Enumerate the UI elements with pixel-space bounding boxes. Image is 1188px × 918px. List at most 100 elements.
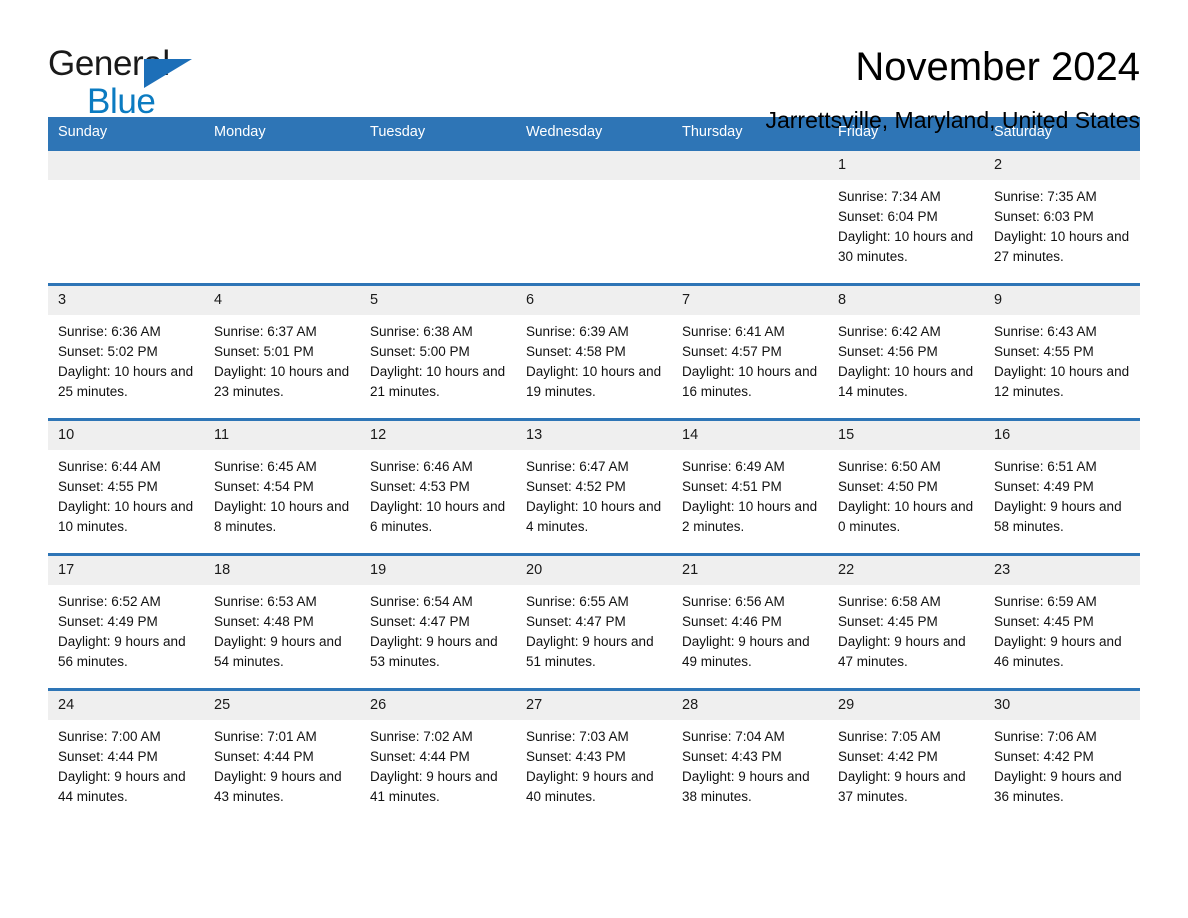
day-details: Sunrise: 6:38 AM Sunset: 5:00 PM Daylight:… [360, 315, 516, 402]
day-number: 24 [48, 691, 204, 720]
calendar-day-cell[interactable]: 8 Sunrise: 6:42 AM Sunset: 4:56 PM Daylight… [828, 283, 984, 420]
title-block: November 2024 Jarrettsville, Maryland, U… [198, 44, 1140, 134]
calendar-day-cell[interactable]: 28 Sunrise: 7:04 AM Sunset: 4:43 PM Dayligh… [672, 688, 828, 823]
day-details: Sunrise: 6:37 AM Sunset: 5:01 PM Daylight:… [204, 315, 360, 402]
calendar-day-cell[interactable]: 29 Sunrise: 7:05 AM Sunset: 4:42 PM Dayligh… [828, 688, 984, 823]
logo-text-blue: Blue [87, 82, 156, 121]
daylight-text: Daylight: 10 hours and 12 minutes. [994, 364, 1130, 399]
day-details: Sunrise: 6:47 AM Sunset: 4:52 PM Daylight:… [516, 450, 672, 537]
daylight-text: Daylight: 9 hours and 41 minutes. [370, 769, 498, 804]
day-number: 29 [828, 691, 984, 720]
sunrise-text: Sunrise: 7:02 AM [370, 729, 473, 744]
sunrise-text: Sunrise: 6:41 AM [682, 324, 785, 339]
calendar-day-cell[interactable]: 23 Sunrise: 6:59 AM Sunset: 4:45 PM Dayligh… [984, 553, 1140, 690]
calendar-day-cell[interactable]: 24 Sunrise: 7:00 AM Sunset: 4:44 PM Dayligh… [48, 688, 204, 823]
calendar-day-cell[interactable]: 17 Sunrise: 6:52 AM Sunset: 4:49 PM Dayligh… [48, 553, 204, 690]
day-details: Sunrise: 6:55 AM Sunset: 4:47 PM Daylight:… [516, 585, 672, 672]
day-number: 28 [672, 691, 828, 720]
calendar-day-cell[interactable]: 7 Sunrise: 6:41 AM Sunset: 4:57 PM Daylight… [672, 283, 828, 420]
calendar-day-cell[interactable]: 22 Sunrise: 6:58 AM Sunset: 4:45 PM Dayligh… [828, 553, 984, 690]
sunrise-text: Sunrise: 6:37 AM [214, 324, 317, 339]
sunset-text: Sunset: 4:46 PM [682, 614, 782, 629]
day-details: Sunrise: 6:54 AM Sunset: 4:47 PM Daylight:… [360, 585, 516, 672]
day-number [360, 151, 516, 180]
sunset-text: Sunset: 4:54 PM [214, 479, 314, 494]
calendar-day-cell[interactable]: 21 Sunrise: 6:56 AM Sunset: 4:46 PM Dayligh… [672, 553, 828, 690]
day-details: Sunrise: 6:39 AM Sunset: 4:58 PM Daylight:… [516, 315, 672, 402]
day-number: 8 [828, 286, 984, 315]
calendar-day-cell[interactable]: 6 Sunrise: 6:39 AM Sunset: 4:58 PM Daylight… [516, 283, 672, 420]
daylight-text: Daylight: 9 hours and 38 minutes. [682, 769, 810, 804]
calendar-day-cell[interactable]: 13 Sunrise: 6:47 AM Sunset: 4:52 PM Dayligh… [516, 418, 672, 555]
sunset-text: Sunset: 4:51 PM [682, 479, 782, 494]
day-details: Sunrise: 6:49 AM Sunset: 4:51 PM Daylight:… [672, 450, 828, 537]
daylight-text: Daylight: 9 hours and 43 minutes. [214, 769, 342, 804]
sunset-text: Sunset: 5:02 PM [58, 344, 158, 359]
sunrise-text: Sunrise: 6:52 AM [58, 594, 161, 609]
calendar-day-cell[interactable]: 14 Sunrise: 6:49 AM Sunset: 4:51 PM Dayligh… [672, 418, 828, 555]
calendar-day-cell[interactable]: 18 Sunrise: 6:53 AM Sunset: 4:48 PM Dayligh… [204, 553, 360, 690]
sunrise-text: Sunrise: 6:59 AM [994, 594, 1097, 609]
calendar-week-row: 1 Sunrise: 7:34 AM Sunset: 6:04 PM Daylight… [48, 148, 1140, 285]
day-details: Sunrise: 6:41 AM Sunset: 4:57 PM Daylight:… [672, 315, 828, 402]
calendar-day-cell[interactable]: 30 Sunrise: 7:06 AM Sunset: 4:42 PM Dayligh… [984, 688, 1140, 823]
sunset-text: Sunset: 4:44 PM [214, 749, 314, 764]
day-details: Sunrise: 6:50 AM Sunset: 4:50 PM Daylight:… [828, 450, 984, 537]
calendar-day-cell[interactable]: 20 Sunrise: 6:55 AM Sunset: 4:47 PM Dayligh… [516, 553, 672, 690]
calendar-day-cell[interactable]: 19 Sunrise: 6:54 AM Sunset: 4:47 PM Dayligh… [360, 553, 516, 690]
daylight-text: Daylight: 10 hours and 0 minutes. [838, 499, 974, 534]
daylight-text: Daylight: 9 hours and 46 minutes. [994, 634, 1122, 669]
day-number: 21 [672, 556, 828, 585]
calendar-week-row: 10 Sunrise: 6:44 AM Sunset: 4:55 PM Dayligh… [48, 418, 1140, 555]
calendar-day-cell[interactable]: 26 Sunrise: 7:02 AM Sunset: 4:44 PM Dayligh… [360, 688, 516, 823]
day-number: 11 [204, 421, 360, 450]
calendar-day-cell[interactable]: 11 Sunrise: 6:45 AM Sunset: 4:54 PM Dayligh… [204, 418, 360, 555]
calendar-day-cell[interactable]: 25 Sunrise: 7:01 AM Sunset: 4:44 PM Dayligh… [204, 688, 360, 823]
sunset-text: Sunset: 4:44 PM [58, 749, 158, 764]
calendar-day-cell[interactable]: 16 Sunrise: 6:51 AM Sunset: 4:49 PM Dayligh… [984, 418, 1140, 555]
day-number: 3 [48, 286, 204, 315]
sunset-text: Sunset: 4:55 PM [994, 344, 1094, 359]
daylight-text: Daylight: 9 hours and 40 minutes. [526, 769, 654, 804]
day-number: 23 [984, 556, 1140, 585]
calendar-day-cell-empty [360, 148, 516, 285]
sunrise-text: Sunrise: 6:44 AM [58, 459, 161, 474]
sunrise-text: Sunrise: 7:06 AM [994, 729, 1097, 744]
sunset-text: Sunset: 4:43 PM [682, 749, 782, 764]
sunrise-text: Sunrise: 7:04 AM [682, 729, 785, 744]
calendar-day-cell[interactable]: 2 Sunrise: 7:35 AM Sunset: 6:03 PM Daylight… [984, 148, 1140, 285]
day-number: 5 [360, 286, 516, 315]
calendar-day-cell[interactable]: 9 Sunrise: 6:43 AM Sunset: 4:55 PM Daylight… [984, 283, 1140, 420]
calendar-day-cell[interactable]: 27 Sunrise: 7:03 AM Sunset: 4:43 PM Dayligh… [516, 688, 672, 823]
day-number: 26 [360, 691, 516, 720]
sunrise-text: Sunrise: 6:46 AM [370, 459, 473, 474]
day-details: Sunrise: 6:43 AM Sunset: 4:55 PM Daylight:… [984, 315, 1140, 402]
calendar-day-cell[interactable]: 12 Sunrise: 6:46 AM Sunset: 4:53 PM Dayligh… [360, 418, 516, 555]
sunset-text: Sunset: 4:52 PM [526, 479, 626, 494]
calendar-day-cell[interactable]: 15 Sunrise: 6:50 AM Sunset: 4:50 PM Dayligh… [828, 418, 984, 555]
day-number [672, 151, 828, 180]
day-number: 10 [48, 421, 204, 450]
day-number: 9 [984, 286, 1140, 315]
calendar-day-cell[interactable]: 1 Sunrise: 7:34 AM Sunset: 6:04 PM Daylight… [828, 148, 984, 285]
daylight-text: Daylight: 10 hours and 30 minutes. [838, 229, 974, 264]
day-number: 30 [984, 691, 1140, 720]
sunrise-text: Sunrise: 7:34 AM [838, 189, 941, 204]
day-number: 14 [672, 421, 828, 450]
daylight-text: Daylight: 9 hours and 49 minutes. [682, 634, 810, 669]
calendar-day-cell[interactable]: 3 Sunrise: 6:36 AM Sunset: 5:02 PM Daylight… [48, 283, 204, 420]
daylight-text: Daylight: 10 hours and 14 minutes. [838, 364, 974, 399]
calendar-day-cell[interactable]: 10 Sunrise: 6:44 AM Sunset: 4:55 PM Dayligh… [48, 418, 204, 555]
sunrise-text: Sunrise: 6:51 AM [994, 459, 1097, 474]
calendar-day-cell[interactable]: 5 Sunrise: 6:38 AM Sunset: 5:00 PM Daylight… [360, 283, 516, 420]
sunset-text: Sunset: 6:04 PM [838, 209, 938, 224]
sunrise-text: Sunrise: 6:39 AM [526, 324, 629, 339]
day-details: Sunrise: 6:46 AM Sunset: 4:53 PM Daylight:… [360, 450, 516, 537]
generalblue-logo[interactable]: General Blue [48, 44, 198, 121]
daylight-text: Daylight: 10 hours and 6 minutes. [370, 499, 506, 534]
day-number: 15 [828, 421, 984, 450]
day-details: Sunrise: 6:44 AM Sunset: 4:55 PM Daylight:… [48, 450, 204, 537]
calendar-day-cell[interactable]: 4 Sunrise: 6:37 AM Sunset: 5:01 PM Daylight… [204, 283, 360, 420]
day-details: Sunrise: 6:59 AM Sunset: 4:45 PM Daylight:… [984, 585, 1140, 672]
sunrise-text: Sunrise: 6:47 AM [526, 459, 629, 474]
